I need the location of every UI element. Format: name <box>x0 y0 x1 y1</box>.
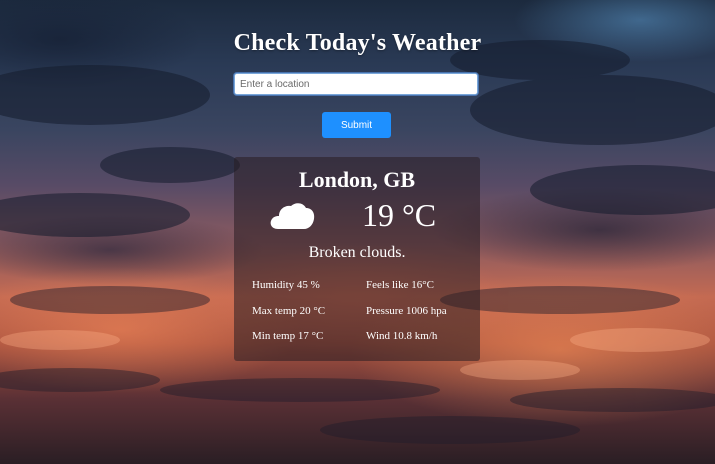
submit-button[interactable]: Submit <box>322 112 391 138</box>
weather-card: London, GB 19 °C Broken clouds. Humidity… <box>234 157 480 361</box>
temperature: 19 °C <box>362 197 437 233</box>
cloud-icon <box>270 203 315 229</box>
wind-stat: Wind 10.8 km/h <box>366 330 438 342</box>
weather-description: Broken clouds. <box>308 244 406 261</box>
city-name: London, GB <box>298 167 416 192</box>
location-input[interactable] <box>234 73 478 95</box>
page-title: Check Today's Weather <box>233 30 482 56</box>
feels-like-stat: Feels like 16°C <box>366 279 434 291</box>
max-temp-stat: Max temp 20 °C <box>252 305 326 317</box>
min-temp-stat: Min temp 17 °C <box>252 330 324 342</box>
humidity-stat: Humidity 45 % <box>252 279 320 291</box>
pressure-stat: Pressure 1006 hpa <box>366 305 447 317</box>
